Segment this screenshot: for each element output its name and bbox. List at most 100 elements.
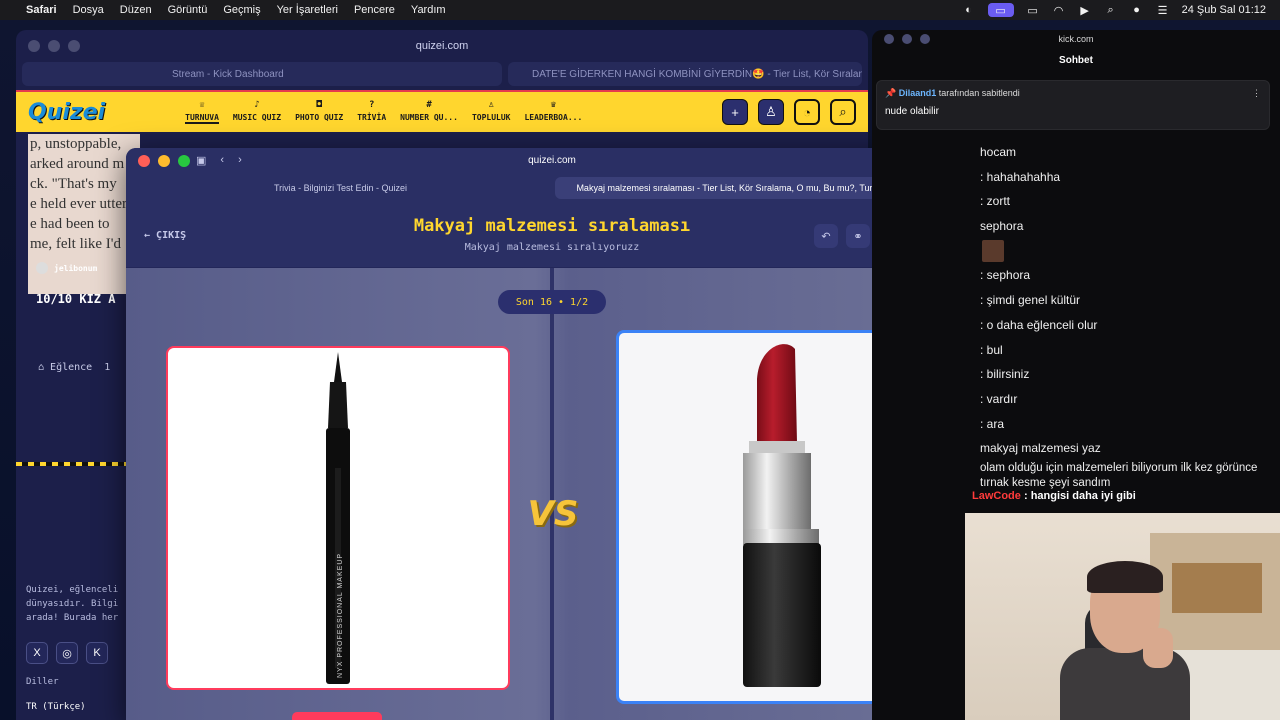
nav-leaderboard[interactable]: ♛ LEADERBOA... (524, 100, 582, 124)
card-username: jelibonum (54, 263, 98, 273)
nav-music-quiz[interactable]: ♪ MUSIC QUIZ (233, 100, 281, 124)
chat-message: : vardır (980, 391, 1018, 406)
chat-message: : şimdi genel kültür (980, 293, 1081, 308)
spotlight-icon[interactable]: ⌕ (1104, 4, 1118, 16)
search-button[interactable]: ⌕ (830, 99, 856, 125)
nav-trivia[interactable]: ? TRİVİA (357, 100, 386, 124)
menu-app[interactable]: Safari (26, 4, 57, 16)
kick-chat-window: kick.com Sohbet 📌 Dilaand1 tarafından sa… (872, 30, 1280, 720)
quizei-logo[interactable]: Quizei (28, 100, 105, 125)
book-line: p, unstoppable, (30, 136, 122, 152)
footer-line: dünyasıdır. Bilgi (26, 599, 119, 609)
chat-message-latest: LawCode : hangisi daha iyi gibi (972, 490, 1136, 502)
footer-line: Quizei, eğlenceli (26, 585, 119, 595)
chat-message: : bul (980, 342, 1003, 357)
pin-options-icon[interactable]: ⋮ (1252, 88, 1261, 99)
people-icon: ♙ (488, 100, 494, 110)
front-tab-bar: Trivia - Bilginizi Test Edin - Quizei Ma… (126, 174, 978, 202)
matchup-arena: Son 16 • 1/2 NYX PROFESSIONAL MAKEUP VS (126, 268, 978, 720)
chat-window-toolbar: kick.com (872, 30, 1280, 50)
back-tab-date[interactable]: DATE'E GİDERKEN HANGİ KOMBİNİ GİYERDİN🤩 … (508, 62, 862, 86)
footer-line: arada! Burada her (26, 613, 119, 623)
profile-button[interactable]: ♙ (758, 99, 784, 125)
card-title[interactable]: 10/10 KIZ A (36, 292, 115, 306)
webcam-overlay (965, 513, 1280, 720)
lipstick-image (743, 344, 821, 687)
menu-window[interactable]: Pencere (354, 4, 395, 16)
link-icon[interactable]: ⚭ (846, 224, 870, 248)
chat-header: Sohbet (1059, 55, 1093, 66)
play-icon[interactable]: ▶ (1078, 4, 1092, 17)
back-url-field[interactable]: quizei.com (16, 40, 868, 52)
music-icon: ♪ (254, 100, 260, 110)
menu-view[interactable]: Görüntü (168, 4, 208, 16)
notification-button[interactable]: ◔ (794, 99, 820, 125)
trophy-icon: ♕ (199, 100, 205, 110)
instagram-icon[interactable]: ◎ (56, 642, 78, 664)
languages-heading: Diller (26, 677, 59, 687)
book-line: e held ever utter (30, 196, 128, 212)
card-category-label: Eğlence (50, 362, 93, 373)
add-button[interactable]: + (722, 99, 748, 125)
nav-photo-quiz[interactable]: ◘ PHOTO QUIZ (295, 100, 343, 124)
chat-message-emote (980, 239, 1280, 264)
menu-file[interactable]: Dosya (73, 4, 104, 16)
choice-left-eyeliner[interactable]: NYX PROFESSIONAL MAKEUP (166, 346, 510, 690)
book-line: ck. "That's my (30, 176, 117, 192)
chat-messages: hocam : hahahahahha : zortt sephora : se… (980, 140, 1280, 491)
pinned-text: nude olabilir (885, 106, 939, 117)
chat-message: olam olduğu için malzemeleri biliyorum i… (980, 461, 1258, 489)
pinned-message[interactable]: 📌 Dilaand1 tarafından sabitlendi nude ol… (876, 80, 1270, 130)
front-browser-window: ▣ ‹ › quizei.com ⤓ ⇪ + ❐ Trivia - Bilgin… (126, 148, 978, 720)
pinned-by-user: Dilaand1 (898, 88, 937, 98)
menu-history[interactable]: Geçmiş (223, 4, 260, 16)
card-category: ⌂ Eğlence 1 (38, 362, 111, 373)
tab-trivia[interactable]: Trivia - Bilginizi Test Edin - Quizei (132, 177, 549, 199)
wifi-icon[interactable]: ◠ (1052, 4, 1066, 17)
creative-cloud-icon[interactable]: ◐ (962, 4, 976, 16)
hazard-stripe (16, 462, 128, 466)
x-icon[interactable]: X (26, 642, 48, 664)
crown-icon: ♛ (550, 100, 557, 110)
card-count: 1 (104, 362, 111, 373)
eyeliner-brand-text: NYX PROFESSIONAL MAKEUP (337, 553, 344, 678)
webcam-person-hand (1143, 628, 1173, 668)
menu-edit[interactable]: Düzen (120, 4, 152, 16)
webcam-person-hair (1087, 561, 1163, 593)
chat-username[interactable]: LawCode (972, 490, 1021, 502)
card-author[interactable]: jelibonum (36, 262, 97, 274)
language-selector[interactable]: TR (Türkçe) (26, 702, 86, 712)
round-badge: Son 16 • 1/2 (498, 290, 606, 314)
user-icon[interactable]: ● (1130, 4, 1144, 16)
pinned-header: 📌 Dilaand1 tarafından sabitlendi (885, 88, 1020, 98)
pinned-by-suffix: tarafından sabitlendi (938, 88, 1020, 98)
nav-number-quiz[interactable]: # NUMBER QU... (400, 100, 458, 124)
undo-icon[interactable]: ↶ (814, 224, 838, 248)
chat-message: makyaj malzemesi yaz (980, 441, 1101, 456)
back-tab-kick[interactable]: Stream - Kick Dashboard (22, 62, 502, 86)
avatar (36, 262, 48, 274)
book-line: e had been to (30, 216, 110, 232)
nav-turnuva[interactable]: ♕ TURNUVA (185, 100, 219, 124)
nav-topluluk[interactable]: ♙ TOPLULUK (472, 100, 511, 124)
menu-help[interactable]: Yardım (411, 4, 446, 16)
choice-right-lipstick[interactable] (616, 330, 916, 704)
social-links: X ◎ K (26, 642, 108, 664)
control-center-icon[interactable]: ☰ (1156, 4, 1170, 17)
kick-icon[interactable]: K (86, 642, 108, 664)
chat-url-field[interactable]: kick.com (872, 34, 1280, 44)
screen-share-icon[interactable]: ▭ (987, 3, 1014, 17)
front-url-field[interactable]: quizei.com (126, 155, 978, 166)
eyeliner-image: NYX PROFESSIONAL MAKEUP (326, 352, 350, 684)
camera-icon: ◘ (316, 100, 322, 110)
vs-badge: VS (527, 494, 579, 534)
webcam-shelf (1172, 563, 1262, 613)
clock[interactable]: 24 Şub Sal 01:12 (1182, 4, 1266, 16)
menu-bookmarks[interactable]: Yer İşaretleri (277, 4, 338, 16)
left-select-button[interactable] (292, 712, 382, 720)
battery-icon[interactable]: ▭ (1026, 4, 1040, 17)
emote-icon (982, 240, 1004, 263)
chat-message: : hahahahahha (980, 169, 1061, 184)
back-window-toolbar: quizei.com (16, 30, 868, 62)
chat-message: : bilirsiniz (980, 367, 1030, 382)
